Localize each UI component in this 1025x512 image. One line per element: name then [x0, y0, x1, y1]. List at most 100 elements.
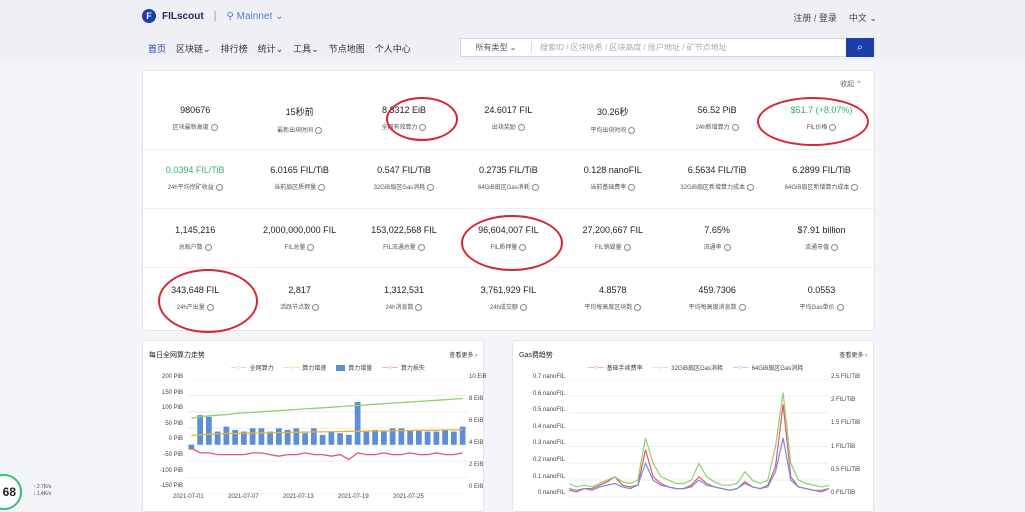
stat-cell[interactable]: 153,022,568 FIL FIL流通总量: [352, 225, 456, 251]
stat-cell[interactable]: 0.0553 平均Gas单价: [769, 285, 873, 311]
stat-cell[interactable]: 980676 区块最新高度: [143, 105, 247, 134]
nav-ranking[interactable]: 排行榜: [221, 42, 248, 55]
power-increment-bar[interactable]: [328, 431, 335, 445]
info-icon[interactable]: [628, 126, 636, 134]
power-increment-bar[interactable]: [337, 433, 343, 445]
power-increment-bar[interactable]: [354, 402, 361, 445]
power-growth-line[interactable]: [191, 428, 463, 437]
search-type-select[interactable]: 所有类型 ⌄: [461, 42, 532, 53]
stat-cell[interactable]: 24.6017 FIL 出块奖励: [456, 105, 560, 134]
power-increment-bar[interactable]: [372, 429, 378, 445]
stat-cell[interactable]: 1,145,216 总账户数: [143, 225, 247, 251]
stat-cell[interactable]: 56.52 PiB 24h新增算力: [665, 105, 769, 134]
power-increment-bar[interactable]: [311, 428, 317, 445]
stat-cell[interactable]: 0.2735 FIL/TiB 64GiB扇区Gas消耗: [456, 165, 560, 191]
stat-cell[interactable]: 2,817 活跃节点数: [247, 285, 351, 311]
stat-cell[interactable]: 15秒前 最新出块时间: [247, 105, 351, 134]
stat-cell[interactable]: 1,312,531 24h消息数: [352, 285, 456, 311]
info-icon[interactable]: [315, 126, 323, 134]
info-icon[interactable]: [204, 243, 212, 251]
stat-cell[interactable]: 0.128 nanoFIL 当前基础费率: [561, 165, 665, 191]
power-increment-bar[interactable]: [363, 431, 370, 445]
power-increment-bar[interactable]: [206, 416, 212, 445]
power-increment-bar[interactable]: [319, 434, 326, 445]
info-icon[interactable]: [307, 243, 315, 251]
info-icon[interactable]: [210, 123, 218, 131]
nav-profile[interactable]: 个人中心: [375, 42, 411, 55]
power-increment-bar[interactable]: [302, 433, 308, 445]
login-register-link[interactable]: 注册 / 登录: [793, 11, 837, 24]
power-increment-bar[interactable]: [381, 431, 387, 445]
legend-item[interactable]: —○— 32GiB扇区Gas消耗: [653, 363, 723, 373]
stat-cell[interactable]: 6.0165 FIL/TiB 当前扇区质押量: [247, 165, 351, 191]
stat-cell[interactable]: 7.65% 流通率: [665, 225, 769, 251]
power-increment-bar[interactable]: [433, 431, 440, 445]
stat-cell[interactable]: 27,200,667 FIL FIL销毁量: [561, 225, 665, 251]
nav-home[interactable]: 首页: [148, 42, 166, 55]
info-icon[interactable]: [738, 303, 746, 311]
power-increment-bar[interactable]: [442, 429, 448, 445]
nav-stats[interactable]: 统计⌄: [258, 42, 284, 55]
stat-cell[interactable]: 6.5634 FIL/TiB 32GiB扇区新增算力成本: [665, 165, 769, 191]
search-button[interactable]: ⌕: [846, 38, 874, 57]
speed-badge[interactable]: 68: [0, 474, 22, 510]
info-icon[interactable]: [531, 183, 539, 191]
power-increment-bar[interactable]: [197, 415, 203, 445]
info-icon[interactable]: [312, 303, 320, 311]
brand[interactable]: F FILscout | ⚲ Mainnet ⌄: [142, 9, 283, 23]
power-increment-bar[interactable]: [407, 429, 413, 445]
stat-cell[interactable]: 6.2899 FIL/TiB 64GiB扇区新增算力成本: [769, 165, 873, 191]
legend-item[interactable]: —○— 64GiB扇区Gas消耗: [733, 363, 803, 373]
power-increment-bar[interactable]: [276, 428, 282, 445]
power-increment-bar[interactable]: [232, 429, 238, 445]
legend-item[interactable]: —○— 算力增速: [284, 363, 327, 373]
legend-item[interactable]: —○— 全网算力: [231, 363, 274, 373]
info-icon[interactable]: [634, 303, 642, 311]
info-icon[interactable]: [723, 243, 731, 251]
power-increment-bar[interactable]: [416, 429, 422, 445]
info-icon[interactable]: [415, 303, 423, 311]
info-icon[interactable]: [517, 123, 525, 131]
info-icon[interactable]: [427, 183, 435, 191]
info-icon[interactable]: [836, 303, 844, 311]
power-increment-bar[interactable]: [451, 431, 457, 445]
power-increment-bar[interactable]: [346, 434, 352, 445]
power-loss-line[interactable]: [191, 447, 463, 461]
power-increment-bar[interactable]: [424, 431, 431, 445]
stat-cell[interactable]: 30.26秒 平均出块时间: [561, 105, 665, 134]
info-icon[interactable]: [746, 183, 754, 191]
collapse-button[interactable]: 收起 ⌃: [840, 79, 862, 89]
stat-cell[interactable]: 0.0394 FIL/TiB 24h平均挖矿收益: [143, 165, 247, 191]
legend-item[interactable]: 算力增量: [336, 363, 372, 372]
network-selector[interactable]: ⚲ Mainnet ⌄: [227, 11, 284, 22]
info-icon[interactable]: [628, 183, 636, 191]
info-icon[interactable]: [417, 243, 425, 251]
view-more-link[interactable]: 查看更多 ›: [839, 350, 867, 359]
info-icon[interactable]: [519, 303, 527, 311]
nav-blockchain[interactable]: 区块链⌄: [176, 42, 211, 55]
legend-item[interactable]: —○— 基础手续费率: [588, 363, 643, 373]
info-icon[interactable]: [731, 123, 739, 131]
legend-item[interactable]: —○— 算力损失: [382, 363, 425, 373]
stat-cell[interactable]: 0.547 FIL/TiB 32GiB扇区Gas消耗: [352, 165, 456, 191]
power-increment-bar[interactable]: [258, 428, 265, 445]
nav-node-map[interactable]: 节点地图: [329, 42, 365, 55]
info-icon[interactable]: [831, 243, 839, 251]
nav-tools[interactable]: 工具⌄: [293, 42, 319, 55]
total-power-line[interactable]: [191, 397, 463, 419]
search-input[interactable]: 搜索ID / 区块哈希 / 区块高度 / 账户地址 / 矿节点地址: [532, 42, 846, 53]
info-icon[interactable]: [623, 243, 631, 251]
view-more-link[interactable]: 查看更多 ›: [449, 350, 477, 359]
stat-cell[interactable]: 2,000,000,000 FIL FIL总量: [247, 225, 351, 251]
power-increment-bar[interactable]: [249, 428, 256, 445]
info-icon[interactable]: [215, 183, 223, 191]
info-icon[interactable]: [318, 183, 326, 191]
stat-cell[interactable]: 4.8578 平均每高度区块数: [561, 285, 665, 311]
language-selector[interactable]: 中文 ⌄: [849, 11, 877, 24]
power-increment-bar[interactable]: [223, 426, 230, 445]
stat-cell[interactable]: $7.91 billion 流通市值: [769, 225, 873, 251]
stat-cell[interactable]: 459.7306 平均每高度消息数: [665, 285, 769, 311]
power-increment-bar[interactable]: [293, 428, 300, 445]
info-icon[interactable]: [851, 183, 859, 191]
stat-cell[interactable]: 3,761,929 FIL 24h成交额: [456, 285, 560, 311]
